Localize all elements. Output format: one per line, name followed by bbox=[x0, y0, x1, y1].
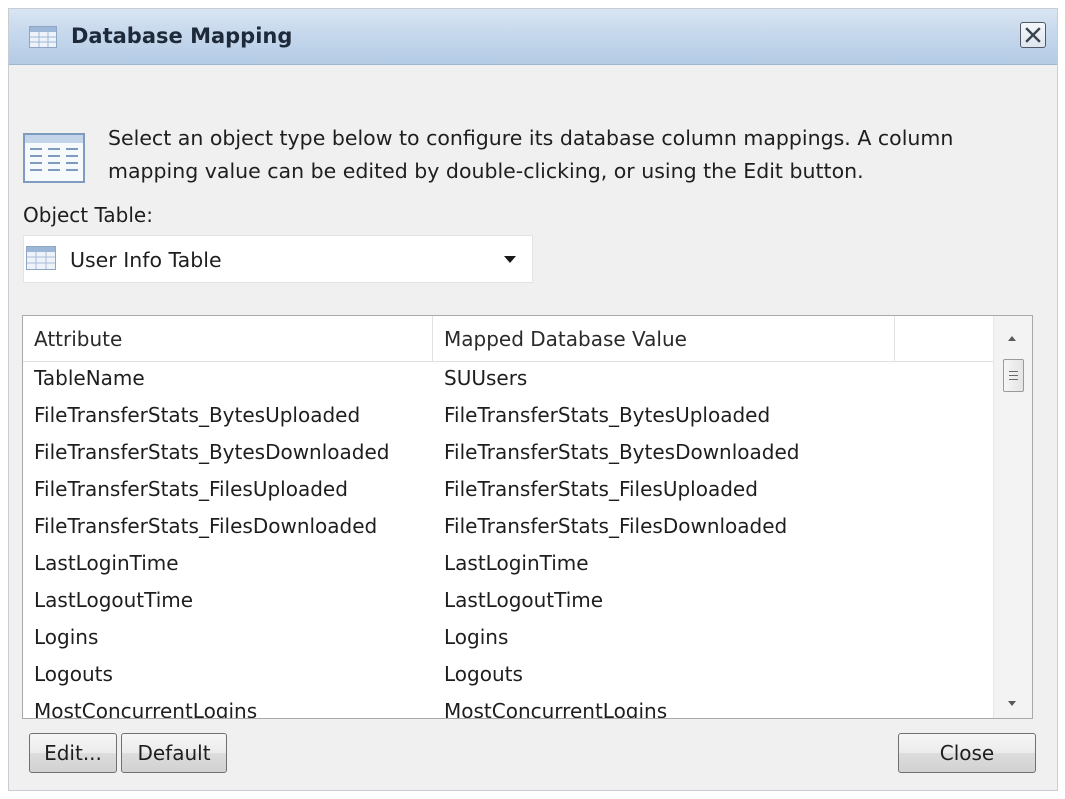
mapping-grid: Attribute Mapped Database Value TableNam… bbox=[22, 315, 1033, 719]
title-bar: Database Mapping bbox=[9, 9, 1057, 65]
attribute-cell: Logins bbox=[34, 625, 99, 649]
grid-rows: TableName SUUsers FileTransferStats_Byte… bbox=[23, 362, 993, 719]
mapped-value-cell[interactable]: FileTransferStats_BytesDownloaded bbox=[444, 440, 799, 464]
object-table-label: Object Table: bbox=[23, 203, 153, 227]
attribute-cell: FileTransferStats_BytesUploaded bbox=[34, 403, 361, 427]
database-mapping-dialog: Database Mapping Select an object type b… bbox=[8, 8, 1058, 791]
close-window-button[interactable] bbox=[1020, 22, 1046, 48]
table-row[interactable]: MostConcurrentLogins MostConcurrentLogin… bbox=[23, 695, 993, 719]
mapped-value-cell[interactable]: FileTransferStats_FilesDownloaded bbox=[444, 514, 787, 538]
table-icon bbox=[23, 133, 85, 183]
scroll-up-arrow-icon[interactable] bbox=[1008, 336, 1016, 341]
edit-button[interactable]: Edit... bbox=[29, 733, 117, 773]
scroll-down-arrow-icon[interactable] bbox=[1008, 701, 1016, 706]
column-header-mapped-value[interactable]: Mapped Database Value bbox=[433, 316, 895, 361]
attribute-cell: LastLogoutTime bbox=[34, 588, 194, 612]
attribute-cell: FileTransferStats_BytesDownloaded bbox=[34, 440, 390, 464]
attribute-cell: TableName bbox=[34, 366, 145, 390]
attribute-cell: FileTransferStats_FilesUploaded bbox=[34, 477, 348, 501]
instructions-text: Select an object type below to configure… bbox=[108, 122, 1038, 188]
mapped-value-cell[interactable]: SUUsers bbox=[444, 366, 527, 390]
table-row[interactable]: Logins Logins bbox=[23, 621, 993, 658]
table-row[interactable]: FileTransferStats_FilesDownloaded FileTr… bbox=[23, 510, 993, 547]
table-row[interactable]: LastLoginTime LastLoginTime bbox=[23, 547, 993, 584]
mapped-value-cell[interactable]: LastLogoutTime bbox=[444, 588, 603, 612]
column-header-label: Mapped Database Value bbox=[444, 327, 687, 351]
instructions-line: mapping value can be edited by double-cl… bbox=[108, 159, 864, 183]
mapped-value-cell[interactable]: MostConcurrentLogins bbox=[444, 699, 667, 718]
default-button[interactable]: Default bbox=[121, 733, 227, 773]
column-header-attribute[interactable]: Attribute bbox=[23, 316, 433, 361]
mapped-value-cell[interactable]: Logouts bbox=[444, 662, 523, 686]
attribute-cell: FileTransferStats_FilesDownloaded bbox=[34, 514, 378, 538]
object-table-value: User Info Table bbox=[70, 248, 222, 272]
dialog-title: Database Mapping bbox=[71, 24, 293, 48]
instructions-line: Select an object type below to configure… bbox=[108, 126, 954, 150]
table-icon bbox=[29, 26, 57, 48]
attribute-cell: LastLoginTime bbox=[34, 551, 179, 575]
attribute-cell: MostConcurrentLogins bbox=[34, 699, 258, 719]
column-header-label: Attribute bbox=[34, 327, 123, 351]
table-row[interactable]: TableName SUUsers bbox=[23, 362, 993, 399]
table-row[interactable]: LastLogoutTime LastLogoutTime bbox=[23, 584, 993, 621]
scrollbar-thumb[interactable] bbox=[1003, 359, 1024, 392]
vertical-scrollbar[interactable] bbox=[993, 316, 1032, 718]
mapped-value-cell[interactable]: LastLoginTime bbox=[444, 551, 589, 575]
mapped-value-cell[interactable]: FileTransferStats_FilesUploaded bbox=[444, 477, 758, 501]
table-row[interactable]: FileTransferStats_BytesUploaded FileTran… bbox=[23, 399, 993, 436]
table-row[interactable]: FileTransferStats_FilesUploaded FileTran… bbox=[23, 473, 993, 510]
object-table-dropdown[interactable]: User Info Table bbox=[23, 235, 533, 283]
mapped-value-cell[interactable]: FileTransferStats_BytesUploaded bbox=[444, 403, 770, 427]
table-row[interactable]: Logouts Logouts bbox=[23, 658, 993, 695]
attribute-cell: Logouts bbox=[34, 662, 113, 686]
grid-header: Attribute Mapped Database Value bbox=[23, 316, 993, 362]
chevron-down-icon[interactable] bbox=[504, 256, 516, 263]
table-row[interactable]: FileTransferStats_BytesDownloaded FileTr… bbox=[23, 436, 993, 473]
close-button[interactable]: Close bbox=[898, 733, 1036, 773]
mapped-value-cell[interactable]: Logins bbox=[444, 625, 508, 649]
table-icon bbox=[26, 246, 56, 270]
